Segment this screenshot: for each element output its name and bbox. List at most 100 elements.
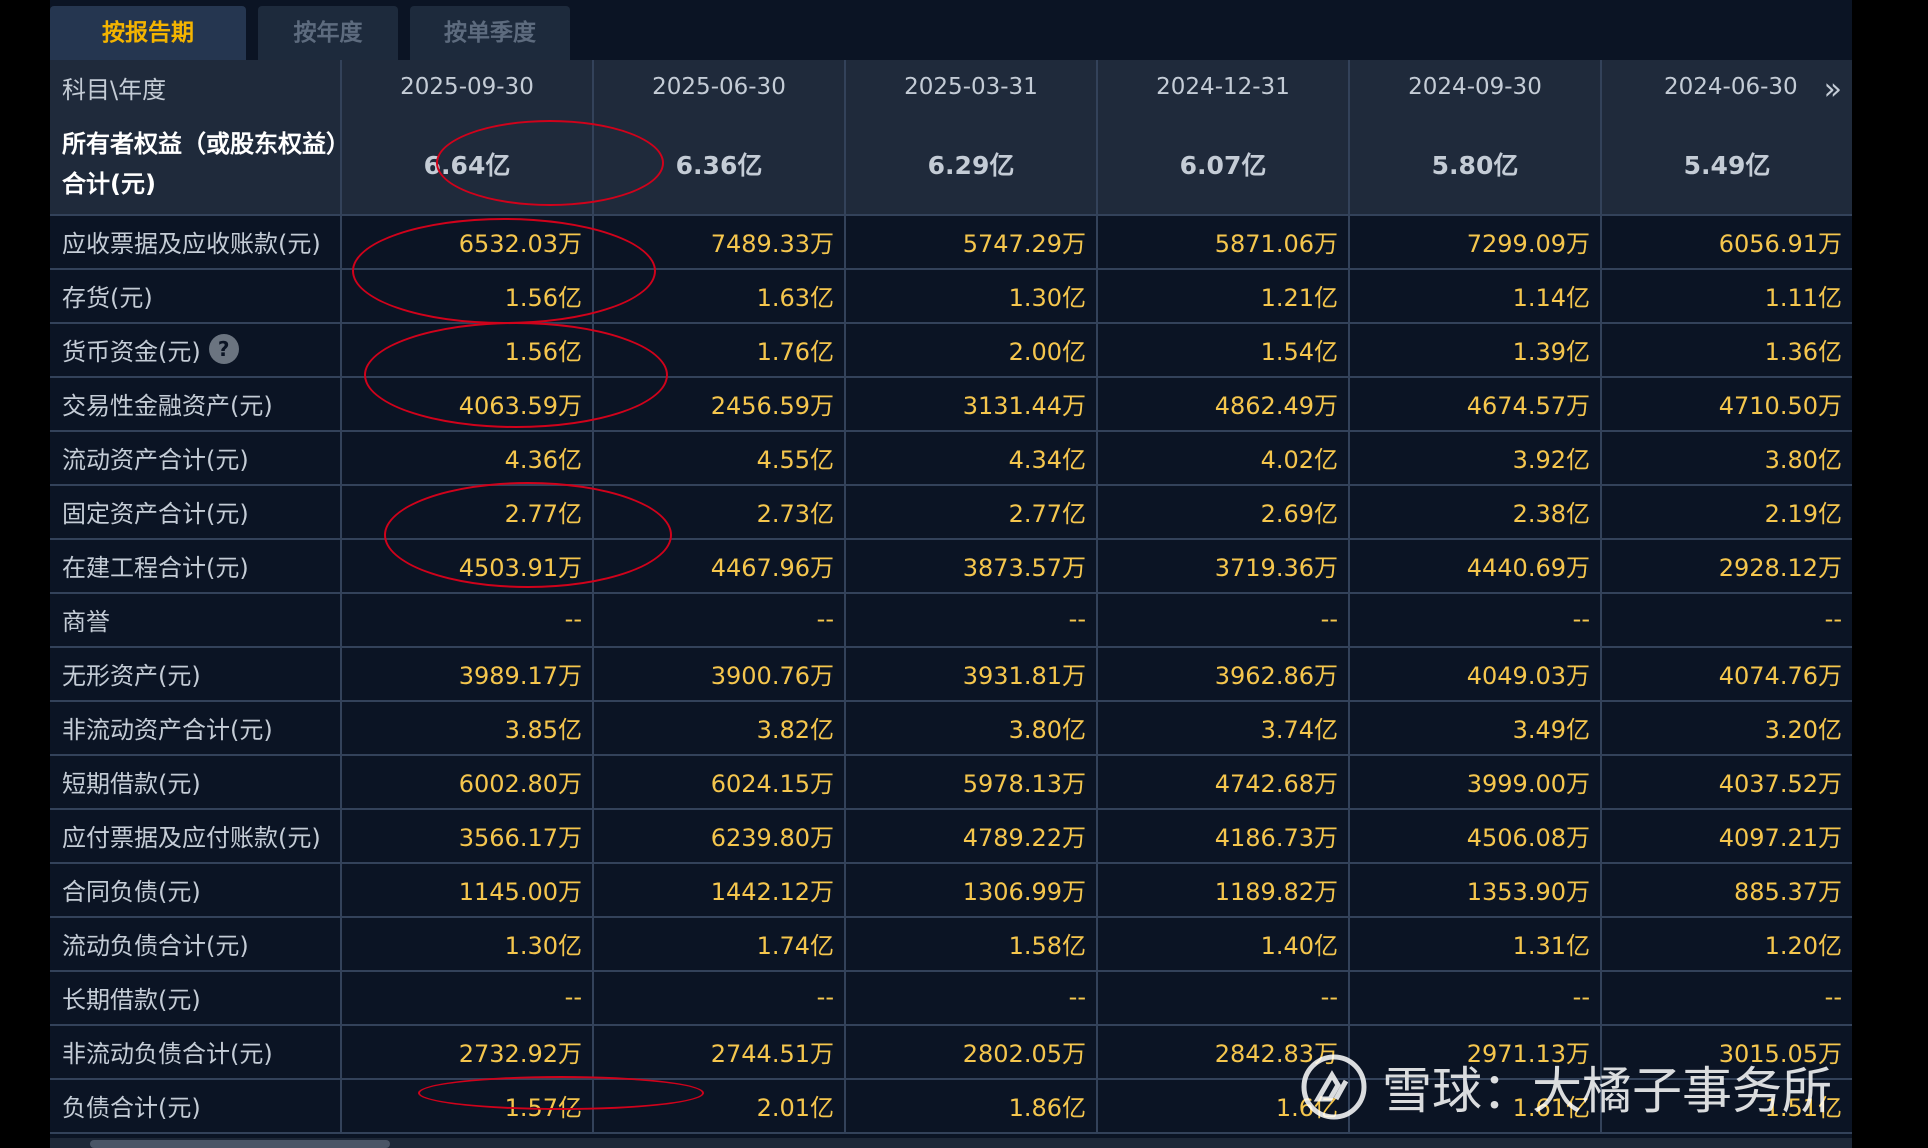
value-cell: 4506.08万 [1348, 808, 1600, 862]
value-cell: -- [1600, 592, 1852, 646]
row-label-text: 负债合计(元) [62, 1093, 201, 1122]
table-row: 应付票据及应付账款(元) 3566.17万 6239.80万 4789.22万 4186… [50, 808, 1852, 864]
scrollbar-thumb[interactable] [90, 1140, 390, 1148]
value-cell: 4674.57万 [1348, 376, 1600, 430]
value-cell: 4862.49万 [1096, 376, 1348, 430]
financial-panel: 按报告期 按年度 按单季度 科目\年度 2025-09-30 2025-06-3… [50, 0, 1852, 1148]
value-cell: 6056.91万 [1600, 214, 1852, 268]
value-cell: 2.01亿 [592, 1078, 844, 1132]
value-cell: 3.80亿 [844, 700, 1096, 754]
period-header[interactable]: 2024-12-31 [1096, 60, 1348, 114]
table-row: 流动负债合计(元) 1.30亿 1.74亿 1.58亿 1.40亿 1.31亿 1.20亿 [50, 916, 1852, 972]
value-cell: 5.80亿 [1348, 114, 1600, 214]
value-cell: 4049.03万 [1348, 646, 1600, 700]
value-cell: 3900.76万 [592, 646, 844, 700]
value-cell: 4097.21万 [1600, 808, 1852, 862]
value-cell: 3989.17万 [340, 646, 592, 700]
value-cell: 1.58亿 [844, 916, 1096, 970]
tab-by-report-period[interactable]: 按报告期 [50, 6, 246, 60]
horizontal-scrollbar[interactable] [50, 1138, 1852, 1148]
table-row: 货币资金(元)? 1.56亿 1.76亿 2.00亿 1.54亿 1.39亿 1.36亿 [50, 322, 1852, 378]
table-row: 流动资产合计(元) 4.36亿 4.55亿 4.34亿 4.02亿 3.92亿 3.80亿 [50, 430, 1852, 486]
period-header[interactable]: 2025-09-30 [340, 60, 592, 114]
value-cell: 6024.15万 [592, 754, 844, 808]
next-periods-icon[interactable]: » [1824, 72, 1843, 107]
value-cell: 1.31亿 [1348, 916, 1600, 970]
value-cell: 2.00亿 [844, 322, 1096, 376]
table-row: 商誉 -- -- -- -- -- -- [50, 592, 1852, 648]
row-label: 货币资金(元)? [50, 322, 340, 376]
row-label-text: 无形资产(元) [62, 661, 201, 690]
table-row: 固定资产合计(元) 2.77亿 2.73亿 2.77亿 2.69亿 2.38亿 2.19亿 [50, 484, 1852, 540]
period-header[interactable]: 2025-06-30 [592, 60, 844, 114]
value-cell: 1353.90万 [1348, 862, 1600, 916]
value-cell: 6.64亿 [340, 114, 592, 214]
value-cell: 885.37万 [1600, 862, 1852, 916]
value-cell: 4789.22万 [844, 808, 1096, 862]
value-cell: 2.38亿 [1348, 484, 1600, 538]
value-cell: 3.92亿 [1348, 430, 1600, 484]
value-cell: 1.21亿 [1096, 268, 1348, 322]
value-cell: 1442.12万 [592, 862, 844, 916]
value-cell: 4.55亿 [592, 430, 844, 484]
value-cell: 1145.00万 [340, 862, 592, 916]
row-label: 非流动负债合计(元) [50, 1024, 340, 1078]
row-label: 长期借款(元) [50, 970, 340, 1024]
value-cell: 1.11亿 [1600, 268, 1852, 322]
value-cell: 1.20亿 [1600, 916, 1852, 970]
value-cell: 3999.00万 [1348, 754, 1600, 808]
value-cell: 2744.51万 [592, 1024, 844, 1078]
value-cell: 2.77亿 [340, 484, 592, 538]
value-cell: 2802.05万 [844, 1024, 1096, 1078]
value-cell: 3873.57万 [844, 538, 1096, 592]
value-cell: 6.36亿 [592, 114, 844, 214]
value-cell: 1.40亿 [1096, 916, 1348, 970]
value-cell: 3.82亿 [592, 700, 844, 754]
value-cell: 4186.73万 [1096, 808, 1348, 862]
tab-by-quarter[interactable]: 按单季度 [410, 6, 570, 60]
value-cell: 5.49亿 [1600, 114, 1852, 214]
row-label-text: 固定资产合计(元) [62, 499, 249, 528]
value-cell: -- [1348, 970, 1600, 1024]
tab-by-year[interactable]: 按年度 [258, 6, 398, 60]
value-cell: 7299.09万 [1348, 214, 1600, 268]
table-row: 交易性金融资产(元) 4063.59万 2456.59万 3131.44万 4862.4… [50, 376, 1852, 432]
table-row: 合同负债(元) 1145.00万 1442.12万 1306.99万 1189.82万 1… [50, 862, 1852, 918]
value-cell: 6.29亿 [844, 114, 1096, 214]
row-label: 无形资产(元) [50, 646, 340, 700]
value-cell: -- [1096, 592, 1348, 646]
table-row: 在建工程合计(元) 4503.91万 4467.96万 3873.57万 3719.36… [50, 538, 1852, 594]
value-cell: 4037.52万 [1600, 754, 1852, 808]
watermark-text: 雪球：大橘子事务所 [1382, 1062, 1832, 1120]
value-cell: 2.73亿 [592, 484, 844, 538]
row-label-text: 长期借款(元) [62, 985, 201, 1014]
period-header[interactable]: 2024-09-30 [1348, 60, 1600, 114]
period-header[interactable]: 2024-06-30 [1600, 60, 1852, 114]
value-cell: -- [1600, 970, 1852, 1024]
value-cell: 1.76亿 [592, 322, 844, 376]
row-label: 流动负债合计(元) [50, 916, 340, 970]
row-label-text: 非流动资产合计(元) [62, 715, 273, 744]
table-row: 非流动资产合计(元) 3.85亿 3.82亿 3.80亿 3.74亿 3.49亿 3.20亿 [50, 700, 1852, 756]
row-label: 所有者权益（或股东权益）合计(元) [50, 114, 340, 214]
value-cell: 2.69亿 [1096, 484, 1348, 538]
value-cell: 1306.99万 [844, 862, 1096, 916]
value-cell: 6532.03万 [340, 214, 592, 268]
period-header[interactable]: 2025-03-31 [844, 60, 1096, 114]
row-label: 应付票据及应付账款(元) [50, 808, 340, 862]
row-label: 负债合计(元) [50, 1078, 340, 1132]
value-cell: 3.85亿 [340, 700, 592, 754]
value-cell: -- [592, 970, 844, 1024]
value-cell: 1.39亿 [1348, 322, 1600, 376]
help-icon[interactable]: ? [208, 334, 239, 364]
value-cell: 4440.69万 [1348, 538, 1600, 592]
row-label: 非流动资产合计(元) [50, 700, 340, 754]
row-label: 交易性金融资产(元) [50, 376, 340, 430]
value-cell: 3.49亿 [1348, 700, 1600, 754]
value-cell: 1.74亿 [592, 916, 844, 970]
value-cell: 1.86亿 [844, 1078, 1096, 1132]
row-label-text: 流动资产合计(元) [62, 445, 249, 474]
table-row: 无形资产(元) 3989.17万 3900.76万 3931.81万 3962.86万 4… [50, 646, 1852, 702]
table-row: 存货(元) 1.56亿 1.63亿 1.30亿 1.21亿 1.14亿 1.11亿 [50, 268, 1852, 324]
value-cell: 6239.80万 [592, 808, 844, 862]
